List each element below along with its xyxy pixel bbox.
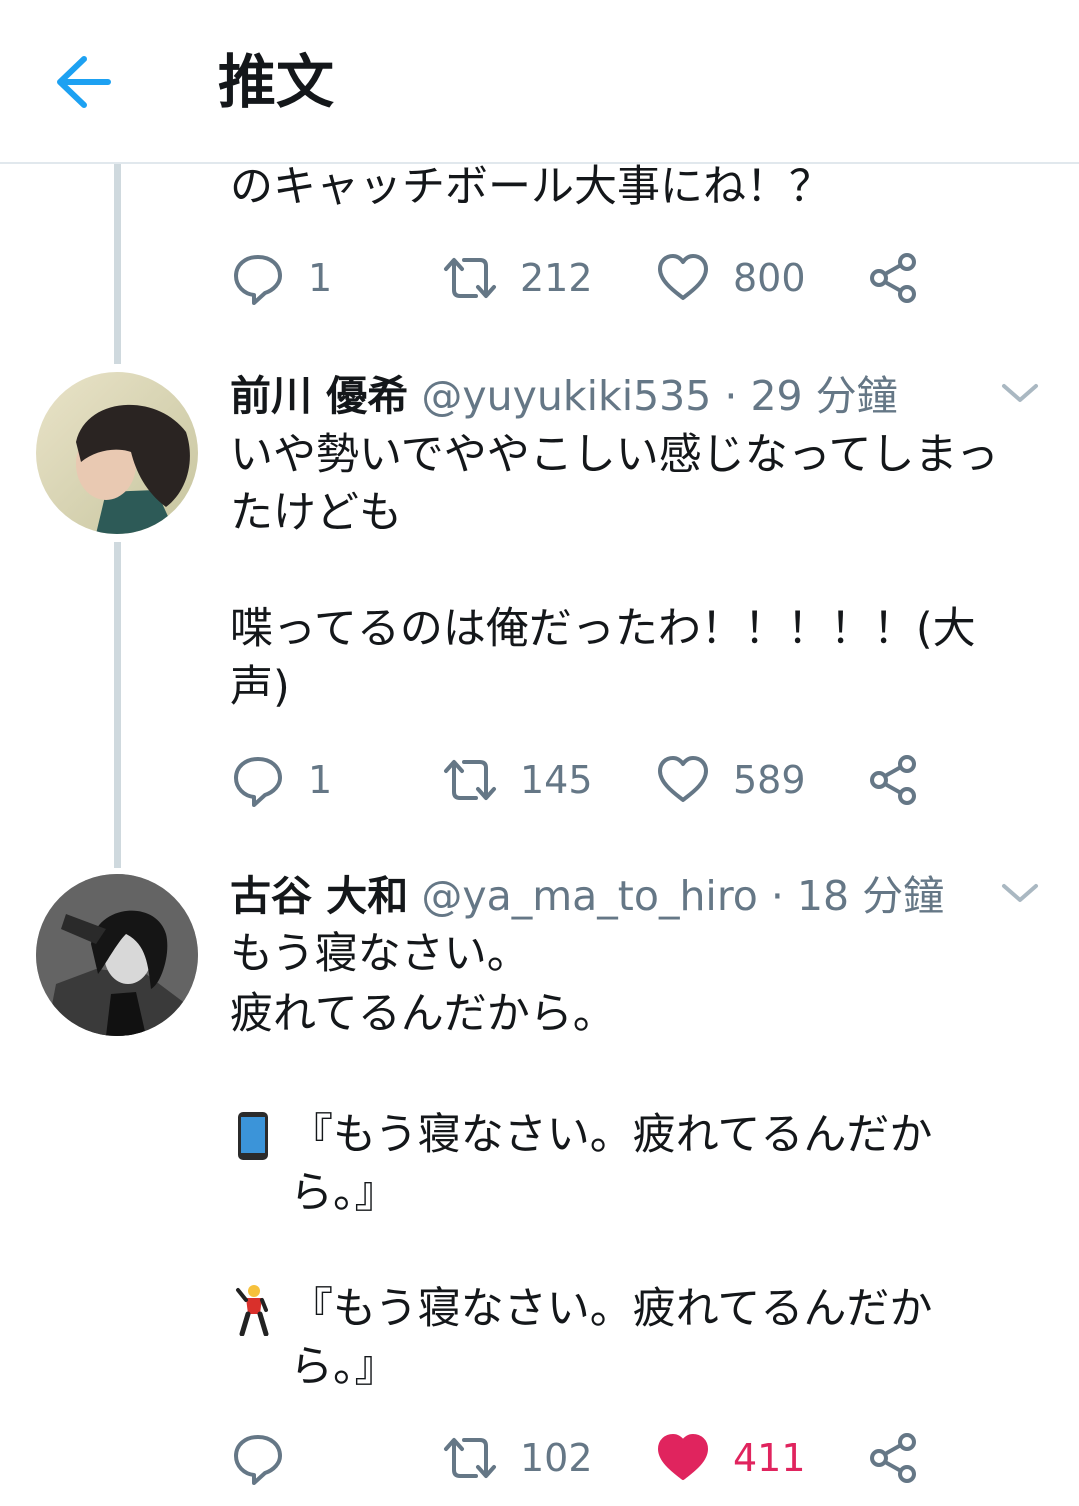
like-button[interactable]: 800 xyxy=(655,248,806,308)
retweet-button[interactable]: 102 xyxy=(442,1428,593,1488)
share-icon xyxy=(865,752,921,808)
like-button[interactable]: 589 xyxy=(655,750,806,810)
tweet-text: のキャッチボール大事にね！？ xyxy=(230,162,832,212)
retweet-icon xyxy=(442,1430,498,1486)
share-icon xyxy=(865,1430,921,1486)
heart-icon xyxy=(655,752,711,808)
avatar[interactable] xyxy=(36,874,198,1036)
retweet-button[interactable]: 212 xyxy=(442,248,593,308)
share-button[interactable] xyxy=(865,1428,921,1488)
avatar[interactable] xyxy=(36,372,198,534)
share-button[interactable] xyxy=(865,248,921,308)
retweet-count: 102 xyxy=(520,1436,593,1480)
page-title: 推文 xyxy=(218,48,335,116)
quote-text: 『もう寝なさい。疲れてるんだから。』 xyxy=(290,1284,933,1392)
heart-filled-icon xyxy=(655,1430,711,1486)
person-emoji-icon xyxy=(232,1284,274,1337)
handle[interactable]: @yuyukiki535 xyxy=(421,372,711,420)
timestamp: · 18 分鐘 xyxy=(770,872,945,920)
like-count: 589 xyxy=(733,758,806,802)
quote-text: 『もう寝なさい。疲れてるんだから。』 xyxy=(290,1110,933,1218)
tweet-header: 前川 優希 @yuyukiki535 · 29 分鐘 xyxy=(230,368,898,424)
thread-connector xyxy=(114,542,121,868)
reply-count: 1 xyxy=(308,758,333,802)
tweet-actions: 1 212 800 xyxy=(230,248,970,308)
tweet-actions: 1 145 589 xyxy=(230,750,970,810)
display-name[interactable]: 古谷 大和 xyxy=(230,872,408,920)
like-count: 411 xyxy=(733,1436,806,1480)
tweet-text-line: 疲れてるんだから。 xyxy=(230,989,616,1039)
chevron-down-icon[interactable] xyxy=(1000,878,1040,908)
timestamp: · 29 分鐘 xyxy=(724,372,898,420)
mobile-phone-emoji-icon xyxy=(232,1111,274,1161)
reply-button[interactable] xyxy=(230,1428,308,1488)
like-count: 800 xyxy=(733,256,806,300)
share-button[interactable] xyxy=(865,750,921,810)
retweet-icon xyxy=(442,752,498,808)
top-app-bar: 推文 xyxy=(0,0,1079,164)
handle[interactable]: @ya_ma_to_hiro xyxy=(421,872,758,920)
tweet-actions: 102 411 xyxy=(230,1428,970,1488)
reply-count: 1 xyxy=(308,256,333,300)
share-icon xyxy=(865,250,921,306)
display-name[interactable]: 前川 優希 xyxy=(230,372,408,420)
tweet-text-line: もう寝なさい。 xyxy=(230,929,530,979)
like-button[interactable]: 411 xyxy=(655,1428,806,1488)
tweet-header: 古谷 大和 @ya_ma_to_hiro · 18 分鐘 xyxy=(230,868,944,924)
heart-icon xyxy=(655,250,711,306)
retweet-button[interactable]: 145 xyxy=(442,750,593,810)
reply-button[interactable]: 1 xyxy=(230,248,332,308)
retweet-count: 212 xyxy=(520,256,593,300)
thread-connector xyxy=(114,164,121,364)
retweet-count: 145 xyxy=(520,758,593,802)
tweet-text: いや勢いでややこしい感じなってしまったけども 喋ってるのは俺だったわ！！！！！(… xyxy=(230,430,999,712)
reply-button[interactable]: 1 xyxy=(230,750,332,810)
reply-icon xyxy=(230,1430,286,1486)
retweet-icon xyxy=(442,250,498,306)
chevron-down-icon[interactable] xyxy=(1000,378,1040,408)
back-arrow-icon[interactable] xyxy=(50,50,118,114)
reply-icon xyxy=(230,752,286,808)
reply-icon xyxy=(230,250,286,306)
